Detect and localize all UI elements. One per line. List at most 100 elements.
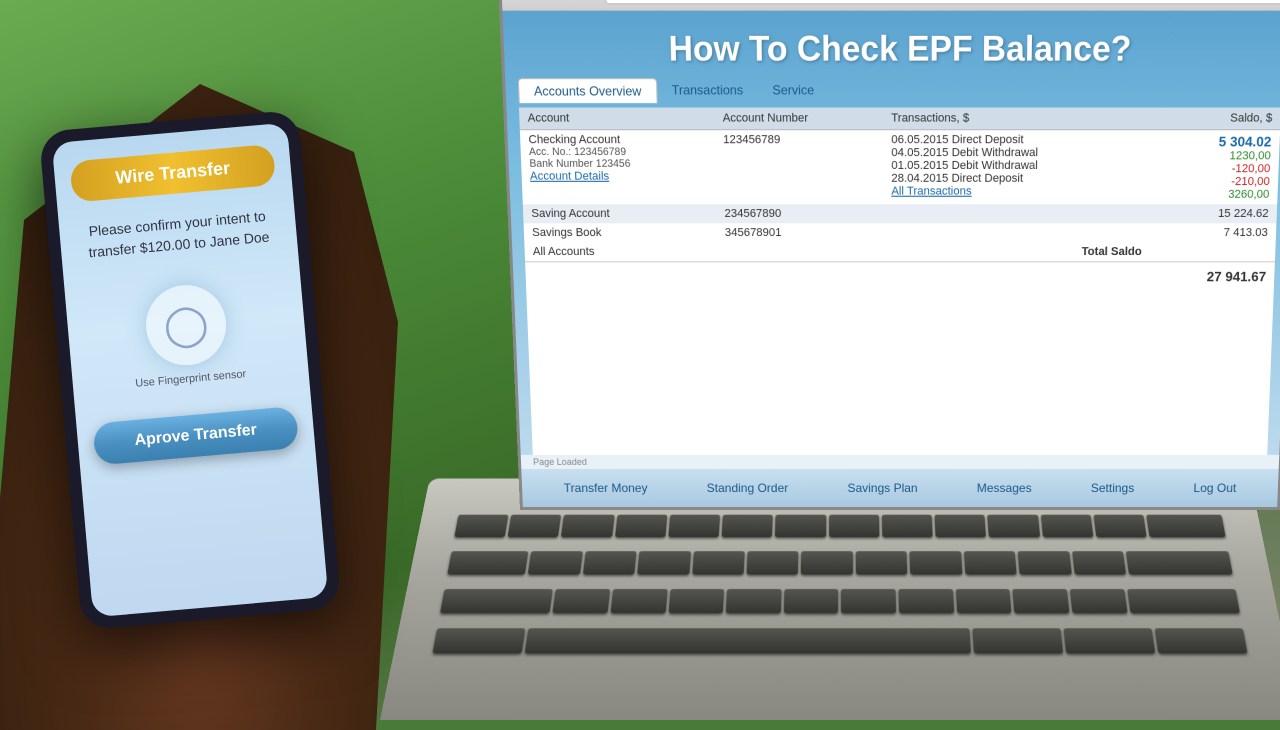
nav-log-out[interactable]: Log Out (1185, 477, 1245, 499)
col-header-account: Account (519, 108, 715, 130)
savings-book-transactions-empty (883, 223, 1151, 242)
key (454, 515, 508, 538)
key (637, 551, 691, 574)
browser-back-button[interactable]: ← → (565, 0, 599, 2)
tab-transactions[interactable]: Transactions (657, 78, 758, 103)
checking-account-row: Checking Account Acc. No.: 123456789 Ban… (520, 130, 1280, 205)
col-header-transactions: Transactions, $ (883, 108, 1154, 130)
approve-transfer-button[interactable]: Aprove Transfer (92, 406, 299, 466)
fingerprint-sensor-area[interactable]: ◯ (143, 282, 230, 369)
browser-url-bar[interactable]: CX Bank http://www. (605, 0, 1280, 4)
tx-amount-2: -120,00 (1160, 163, 1270, 176)
total-saldo-amount: 27 941.67 (1149, 262, 1275, 288)
spacebar-key (525, 628, 971, 653)
page-title: How To Check EPF Balance? (502, 11, 1280, 78)
key (784, 589, 839, 613)
page-loaded-indicator: Page Loaded (521, 455, 1280, 469)
phone-title: Wire Transfer (69, 144, 276, 203)
tx-type-4: Direct Deposit (951, 172, 1023, 185)
nav-tabs: Accounts Overview Transactions Service (505, 78, 1280, 103)
total-saldo-label: Total Saldo (883, 242, 1150, 261)
nav-standing-order[interactable]: Standing Order (698, 477, 796, 499)
website-content: How To Check EPF Balance? Accounts Overv… (502, 11, 1280, 507)
tab-accounts-overview[interactable]: Accounts Overview (518, 78, 658, 103)
all-accounts-row: All Accounts Total Saldo (524, 242, 1275, 261)
savings-book-row: Savings Book 345678901 7 413.03 (524, 223, 1277, 242)
key (841, 589, 896, 613)
checking-acc-no: Acc. No.: 123456789 (529, 146, 707, 158)
key (1063, 628, 1155, 653)
key (582, 551, 636, 574)
checking-account-info: Checking Account Acc. No.: 123456789 Ban… (520, 130, 716, 205)
all-transactions-link[interactable]: All Transactions (891, 185, 1143, 198)
key (935, 515, 987, 538)
fingerprint-label: Use Fingerprint sensor (135, 368, 247, 390)
accounts-table: Account Account Number Transactions, $ S… (519, 108, 1280, 288)
key (692, 551, 745, 574)
all-accounts-empty-1 (717, 242, 883, 261)
key (964, 551, 1017, 574)
key (440, 589, 553, 613)
tx-date-3: 01.05.2015 (891, 159, 948, 172)
checking-account-number: 123456789 (715, 130, 883, 205)
col-header-account-number: Account Number (714, 108, 883, 130)
tx-amount-4: 3260,00 (1160, 188, 1270, 201)
key (722, 515, 773, 538)
savings-book-saldo: 7 413.03 (1150, 223, 1276, 242)
all-accounts-label: All Accounts (524, 242, 717, 261)
key (561, 515, 614, 538)
fingerprint-icon: ◯ (162, 300, 211, 350)
total-empty-2 (717, 262, 883, 288)
key (1013, 589, 1070, 613)
checking-transactions: 06.05.2015 Direct Deposit 04.05.2015 Deb… (883, 130, 1153, 205)
total-empty-3 (883, 262, 1150, 288)
phone-screen: Wire Transfer Please confirm your intent… (52, 123, 329, 618)
nav-transfer-money[interactable]: Transfer Money (555, 477, 656, 499)
key (668, 515, 720, 538)
tx-amount-1: 1230,00 (1161, 150, 1271, 163)
key (528, 551, 583, 574)
tx-amount-3: -210,00 (1160, 175, 1270, 188)
tx-type-3: Debit Withdrawal (952, 159, 1038, 172)
key (801, 551, 853, 574)
key (1093, 515, 1147, 538)
laptop-screen: ← → CX Bank http://www. How To Check EPF… (498, 0, 1280, 510)
bottom-nav: Transfer Money Standing Order Savings Pl… (521, 469, 1278, 507)
all-accounts-empty-2 (1150, 242, 1276, 261)
key (1146, 515, 1226, 538)
key (433, 628, 526, 653)
key (956, 589, 1012, 613)
saving-transactions-empty (883, 204, 1151, 223)
account-details-link[interactable]: Account Details (530, 170, 708, 183)
key (775, 515, 826, 538)
main-content-area: Account Account Number Transactions, $ S… (519, 108, 1280, 455)
nav-messages[interactable]: Messages (969, 477, 1040, 499)
tx-date-1: 06.05.2015 (891, 133, 948, 146)
key (615, 515, 668, 538)
checking-bank-no: Bank Number 123456 (529, 158, 707, 170)
key (1126, 551, 1233, 574)
tx-date-2: 04.05.2015 (891, 146, 948, 159)
nav-savings-plan[interactable]: Savings Plan (839, 477, 925, 499)
key (987, 515, 1039, 538)
col-header-saldo: Saldo, $ (1153, 108, 1280, 130)
nav-settings[interactable]: Settings (1083, 477, 1143, 499)
key (508, 515, 562, 538)
savings-book-number: 345678901 (716, 223, 883, 242)
key (1127, 589, 1240, 613)
key (898, 589, 954, 613)
total-empty-1 (525, 262, 718, 288)
browser-chrome: ← → CX Bank http://www. (501, 0, 1280, 11)
tab-service[interactable]: Service (758, 78, 829, 103)
checking-saldo-amount: 5 304.02 (1161, 133, 1272, 149)
saving-account-label: Saving Account (523, 204, 717, 223)
checking-account-label: Checking Account (528, 133, 706, 146)
key (972, 628, 1063, 653)
total-row: 27 941.67 (525, 262, 1275, 288)
key (610, 589, 667, 613)
saving-saldo: 15 224.62 (1151, 204, 1277, 223)
checking-saldo-col: 5 304.02 1230,00 -120,00 -210,00 3260,00 (1151, 130, 1280, 205)
key (829, 515, 880, 538)
saving-account-row: Saving Account 234567890 15 224.62 (523, 204, 1277, 223)
key (668, 589, 724, 613)
